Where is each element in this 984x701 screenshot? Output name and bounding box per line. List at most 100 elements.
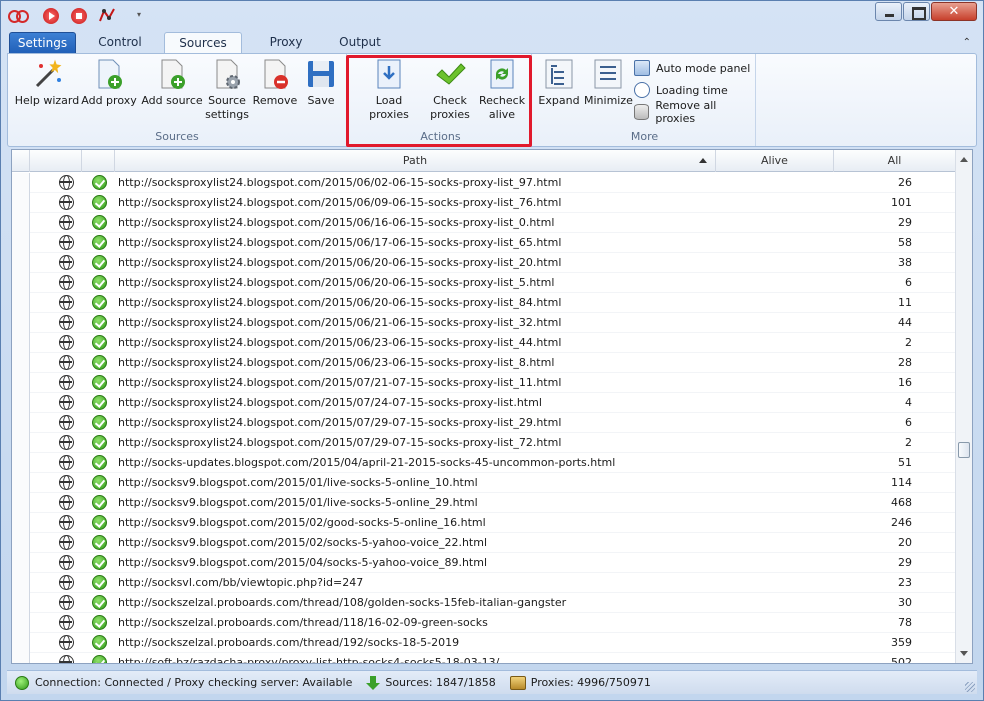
row-select-cell[interactable] [12,593,30,613]
row-select-cell[interactable] [12,273,30,293]
loading-time-button[interactable]: Loading time [634,80,728,100]
row-select-cell[interactable] [12,373,30,393]
row-select-cell[interactable] [12,513,30,533]
table-row[interactable]: http://socksproxylist24.blogspot.com/201… [12,253,956,273]
table-row[interactable]: http://sockszelzal.proboards.com/thread/… [12,613,956,633]
row-select-cell[interactable] [12,293,30,313]
scroll-down-icon[interactable] [960,651,968,656]
globe-icon [59,395,74,410]
row-select-cell[interactable] [12,353,30,373]
table-row[interactable]: http://socksproxylist24.blogspot.com/201… [12,413,956,433]
table-row[interactable]: http://socksvl.com/bb/viewtopic.php?id=2… [12,573,956,593]
row-select-cell[interactable] [12,193,30,213]
status-ok-icon [92,615,107,630]
row-select-cell[interactable] [12,573,30,593]
table-row[interactable]: http://sockszelzal.proboards.com/thread/… [12,633,956,653]
minimize-button[interactable]: Minimize [584,58,633,108]
source-settings-button[interactable]: Source settings [204,58,250,122]
row-select-cell[interactable] [12,633,30,653]
row-select-cell[interactable] [12,253,30,273]
status-ok-icon [92,215,107,230]
row-select-cell[interactable] [12,233,30,253]
header-type-cell[interactable] [30,150,82,172]
save-button[interactable]: Save [300,58,342,108]
collapse-ribbon-icon[interactable]: ⌃ [963,37,971,48]
actions-group-label: Actions [420,130,461,143]
expand-button[interactable]: Expand [536,58,582,108]
maximize-window-icon[interactable] [903,2,930,21]
table-row[interactable]: http://sockszelzal.proboards.com/thread/… [12,593,956,613]
table-row[interactable]: http://socksv9.blogspot.com/2015/01/live… [12,473,956,493]
recheck-alive-button[interactable]: Recheck alive [476,58,528,122]
remove-label: Remove [252,94,298,107]
load-proxies-button[interactable]: Load proxies [356,58,422,122]
row-select-cell[interactable] [12,433,30,453]
table-row[interactable]: http://socksproxylist24.blogspot.com/201… [12,293,956,313]
resize-grip-icon[interactable] [965,682,975,692]
graph-icon[interactable] [98,7,116,23]
vertical-scrollbar[interactable] [955,150,972,663]
table-row[interactable]: http://soft-bz/razdacha-proxy/proxy-list… [12,653,956,663]
row-select-cell[interactable] [12,313,30,333]
scroll-up-icon[interactable] [960,157,968,162]
check-proxies-button[interactable]: Check proxies [426,58,474,122]
remove-all-proxies-button[interactable]: Remove all proxies [634,99,755,125]
status-ok-icon [92,635,107,650]
row-select-cell[interactable] [12,613,30,633]
row-select-cell[interactable] [12,553,30,573]
row-select-cell[interactable] [12,213,30,233]
header-select-cell[interactable] [12,150,30,172]
sources-group-label: Sources [155,130,199,143]
add-source-button[interactable]: Add source [140,58,204,108]
table-row[interactable]: http://socksproxylist24.blogspot.com/201… [12,393,956,413]
header-path[interactable]: Path [115,150,716,172]
table-row[interactable]: http://socksv9.blogspot.com/2015/02/sock… [12,533,956,553]
add-proxy-button[interactable]: Add proxy [80,58,138,108]
table-row[interactable]: http://socksproxylist24.blogspot.com/201… [12,233,956,253]
table-row[interactable]: http://socksproxylist24.blogspot.com/201… [12,173,956,193]
table-row[interactable]: http://socksproxylist24.blogspot.com/201… [12,373,956,393]
globe-icon [59,415,74,430]
row-select-cell[interactable] [12,413,30,433]
scrollbar-thumb[interactable] [958,442,970,458]
table-row[interactable]: http://socksproxylist24.blogspot.com/201… [12,213,956,233]
help-wizard-button[interactable]: Help wizard [14,58,80,108]
table-row[interactable]: http://socksproxylist24.blogspot.com/201… [12,193,956,213]
minimize-window-icon[interactable] [875,2,902,21]
tab-sources[interactable]: Sources [164,32,242,54]
header-status-cell[interactable] [82,150,115,172]
row-select-cell[interactable] [12,533,30,553]
auto-mode-panel-button[interactable]: Auto mode panel [634,58,750,78]
row-select-cell[interactable] [12,653,30,663]
row-select-cell[interactable] [12,173,30,193]
header-alive[interactable]: Alive [716,150,834,172]
table-row[interactable]: http://socksproxylist24.blogspot.com/201… [12,333,956,353]
quick-access-menu-icon[interactable]: ▾ [137,10,145,19]
globe-icon [59,495,74,510]
table-row[interactable]: http://socksv9.blogspot.com/2015/04/sock… [12,553,956,573]
row-all-count: 30 [898,596,912,609]
tab-output[interactable]: Output [330,32,390,54]
row-select-cell[interactable] [12,493,30,513]
tab-settings[interactable]: Settings [9,32,76,54]
row-select-cell[interactable] [12,393,30,413]
header-all[interactable]: All [834,150,956,172]
row-select-cell[interactable] [12,473,30,493]
add-source-label: Add source [141,94,203,107]
remove-button[interactable]: Remove [250,58,300,108]
row-select-cell[interactable] [12,453,30,473]
table-row[interactable]: http://socksv9.blogspot.com/2015/02/good… [12,513,956,533]
table-row[interactable]: http://socksproxylist24.blogspot.com/201… [12,433,956,453]
row-all-count: 78 [898,616,912,629]
start-icon[interactable] [43,8,59,24]
row-select-cell[interactable] [12,333,30,353]
tab-control[interactable]: Control [82,32,158,54]
table-row[interactable]: http://socksproxylist24.blogspot.com/201… [12,353,956,373]
stop-icon[interactable] [71,8,87,24]
table-row[interactable]: http://socksproxylist24.blogspot.com/201… [12,313,956,333]
table-row[interactable]: http://socksv9.blogspot.com/2015/01/live… [12,493,956,513]
table-row[interactable]: http://socksproxylist24.blogspot.com/201… [12,273,956,293]
close-window-icon[interactable]: ✕ [931,2,977,21]
tab-proxy[interactable]: Proxy [248,32,324,54]
table-row[interactable]: http://socks-updates.blogspot.com/2015/0… [12,453,956,473]
